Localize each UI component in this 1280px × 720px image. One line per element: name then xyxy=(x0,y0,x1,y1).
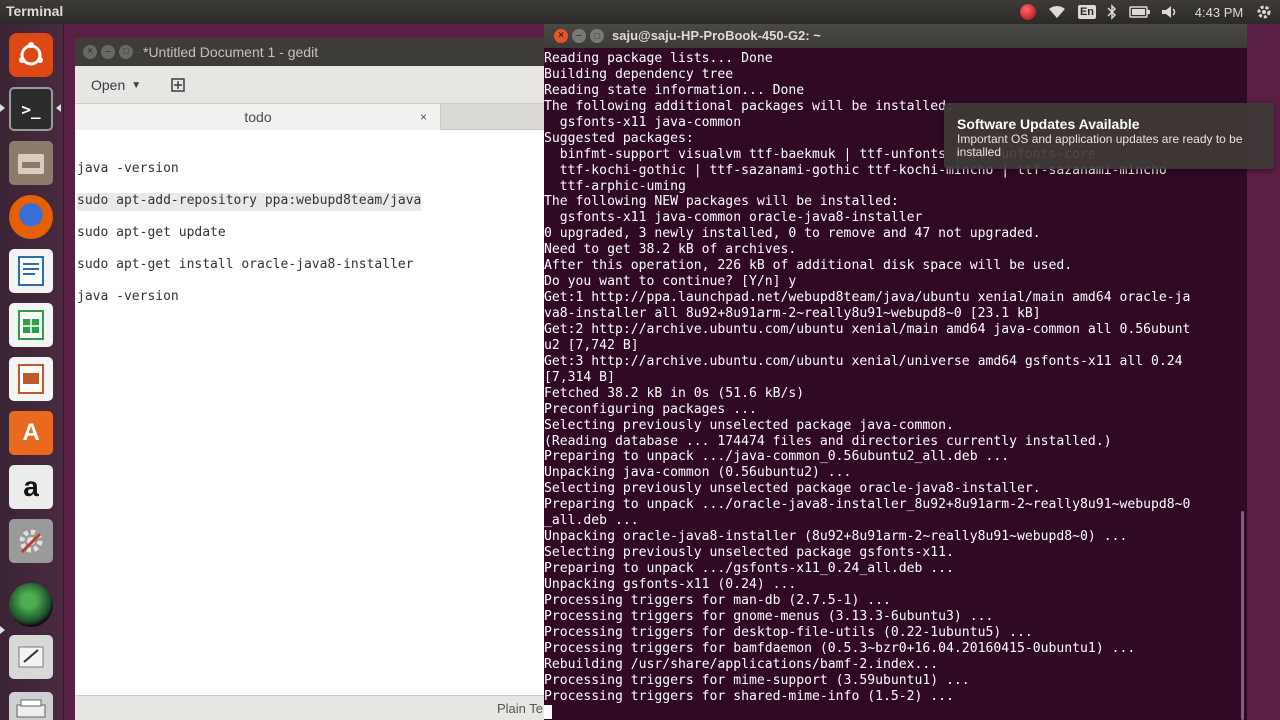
app-globe-icon[interactable] xyxy=(6,580,56,630)
open-button[interactable]: Open ▼ xyxy=(83,72,149,98)
terminal-line: Rebuilding /usr/share/applications/bamf-… xyxy=(544,656,939,672)
terminal-line: Preconfiguring packages ... xyxy=(544,401,757,417)
launcher: >_ A a xyxy=(0,24,64,720)
text-editor-icon[interactable] xyxy=(6,632,56,682)
terminal-line: Processing triggers for desktop-file-uti… xyxy=(544,624,1033,640)
files-icon[interactable] xyxy=(6,138,56,188)
terminal-line: The following NEW packages will be insta… xyxy=(544,194,899,210)
terminal-line: Need to get 38.2 kB of archives. xyxy=(544,242,797,258)
terminal-line: Unpacking java-common (0.56ubuntu2) ... xyxy=(544,465,852,481)
new-document-icon xyxy=(171,78,185,92)
terminal-line: Reading state information... Done xyxy=(544,82,805,98)
terminal-icon[interactable]: >_ xyxy=(6,84,56,134)
terminal-line: Processing triggers for shared-mime-info… xyxy=(544,688,954,704)
terminal-line: Reading package lists... Done xyxy=(544,51,773,66)
terminal-line: Selecting previously unselected package … xyxy=(544,545,954,561)
update-indicator-icon[interactable] xyxy=(1018,2,1038,22)
terminal-line: Do you want to continue? [Y/n] y xyxy=(544,274,797,290)
terminal-cursor xyxy=(544,704,552,719)
libreoffice-writer-icon[interactable] xyxy=(6,246,56,296)
editor-line: java -version xyxy=(77,161,179,176)
gedit-statusbar: Plain Te xyxy=(75,695,545,720)
volume-icon[interactable] xyxy=(1160,2,1180,22)
clock[interactable]: 4:43 PM xyxy=(1190,2,1248,22)
editor-line: sudo apt-get update xyxy=(77,225,226,240)
gedit-close-icon[interactable]: × xyxy=(83,45,97,59)
terminal-line: Get:1 http://ppa.launchpad.net/webupd8te… xyxy=(544,290,1191,306)
terminal-line: After this operation, 226 kB of addition… xyxy=(544,258,1073,274)
libreoffice-calc-icon[interactable] xyxy=(6,300,56,350)
ubuntu-dash-icon[interactable] xyxy=(6,30,56,80)
amazon-icon[interactable]: a xyxy=(6,462,56,512)
terminal-titlebar[interactable]: × – □ saju@saju-HP-ProBook-450-G2: ~ xyxy=(544,24,1247,48)
bluetooth-icon[interactable] xyxy=(1104,2,1120,22)
gedit-minimize-icon[interactable]: – xyxy=(101,45,115,59)
active-app-title: Terminal xyxy=(6,3,64,19)
scanner-icon[interactable] xyxy=(6,684,56,720)
terminal-minimize-icon[interactable]: – xyxy=(572,29,586,43)
gedit-toolbar: Open ▼ xyxy=(75,66,545,104)
terminal-line: ttf-arphic-uming xyxy=(544,178,686,194)
terminal-line: [7,314 B] xyxy=(544,369,615,385)
terminal-line: Unpacking gsfonts-x11 (0.24) ... xyxy=(544,576,797,592)
gedit-tabbar: todo × xyxy=(75,104,545,130)
terminal-line: gsfonts-x11 java-common oracle-java8-ins… xyxy=(544,210,923,226)
terminal-line: Processing triggers for mime-support (3.… xyxy=(544,672,970,688)
terminal-line: Selecting previously unselected package … xyxy=(544,481,1041,497)
terminal-line: Building dependency tree xyxy=(544,66,734,82)
firefox-icon[interactable] xyxy=(6,192,56,242)
editor-line: sudo apt-get install oracle-java8-instal… xyxy=(77,257,414,272)
terminal-line: Preparing to unpack .../gsfonts-x11_0.24… xyxy=(544,561,954,576)
new-document-button[interactable] xyxy=(167,74,189,96)
keyboard-layout-indicator[interactable]: En xyxy=(1076,2,1098,22)
terminal-line: Processing triggers for gnome-menus (3.1… xyxy=(544,608,994,624)
terminal-line: Preparing to unpack .../java-common_0.56… xyxy=(544,449,1010,465)
terminal-maximize-icon[interactable]: □ xyxy=(590,29,604,43)
notification-body: Important OS and application updates are… xyxy=(957,132,1243,159)
chevron-down-icon: ▼ xyxy=(131,79,142,91)
terminal-line: Selecting previously unselected package … xyxy=(544,417,954,433)
keyboard-layout-label: En xyxy=(1077,5,1097,19)
terminal-line: Get:2 http://archive.ubuntu.com/ubuntu x… xyxy=(544,321,1191,337)
editor-line: java -version xyxy=(77,289,179,304)
tab-label: todo xyxy=(244,109,272,125)
editor-line-highlighted: sudo apt-add-repository ppa:webupd8team/… xyxy=(77,193,422,211)
terminal-line: u2 [7,742 B] xyxy=(544,337,639,353)
battery-icon[interactable] xyxy=(1128,2,1152,22)
terminal-prompt-line xyxy=(544,704,1239,720)
terminal-line: 0 upgraded, 3 newly installed, 0 to remo… xyxy=(544,226,1041,242)
terminal-line: Preparing to unpack .../oracle-java8-ins… xyxy=(544,497,1191,513)
tab-close-icon[interactable]: × xyxy=(420,110,427,124)
wifi-icon[interactable] xyxy=(1046,2,1068,22)
gedit-window-title: *Untitled Document 1 - gedit xyxy=(143,44,319,60)
libreoffice-impress-icon[interactable] xyxy=(6,354,56,404)
terminal-line: Processing triggers for bamfdaemon (0.5.… xyxy=(544,640,1136,656)
system-settings-icon[interactable] xyxy=(6,516,56,566)
notification-title: Software Updates Available xyxy=(957,116,1140,132)
gedit-text-area[interactable]: java -version sudo apt-add-repository pp… xyxy=(75,130,545,695)
notification-bubble: Software Updates Available Important OS … xyxy=(944,103,1274,169)
terminal-close-icon[interactable]: × xyxy=(554,29,568,43)
terminal-line: Get:3 http://archive.ubuntu.com/ubuntu x… xyxy=(544,353,1183,369)
tab-todo[interactable]: todo × xyxy=(75,104,441,130)
terminal-line: Fetched 38.2 kB in 0s (51.6 kB/s) xyxy=(544,385,805,401)
terminal-line: Processing triggers for man-db (2.7.5-1)… xyxy=(544,592,891,608)
session-gear-icon[interactable] xyxy=(1254,2,1274,22)
terminal-line: Unpacking oracle-java8-installer (8u92+8… xyxy=(544,529,1128,545)
terminal-scrollbar[interactable] xyxy=(1241,511,1244,720)
terminal-line: _all.deb ... xyxy=(544,513,639,529)
terminal-window-title: saju@saju-HP-ProBook-450-G2: ~ xyxy=(612,28,821,43)
gedit-titlebar[interactable]: × – □ *Untitled Document 1 - gedit xyxy=(75,38,545,66)
language-selector[interactable]: Plain Te xyxy=(497,701,543,716)
terminal-line: (Reading database ... 174474 files and d… xyxy=(544,433,1112,449)
terminal-line: va8-installer all 8u92+8u91arm-2~really8… xyxy=(544,306,1041,321)
gedit-window: × – □ *Untitled Document 1 - gedit Open … xyxy=(75,38,545,720)
top-panel: Terminal En 4:43 PM xyxy=(0,0,1280,24)
software-center-icon[interactable]: A xyxy=(6,408,56,458)
open-button-label: Open xyxy=(91,77,126,93)
gedit-maximize-icon[interactable]: □ xyxy=(119,45,133,59)
